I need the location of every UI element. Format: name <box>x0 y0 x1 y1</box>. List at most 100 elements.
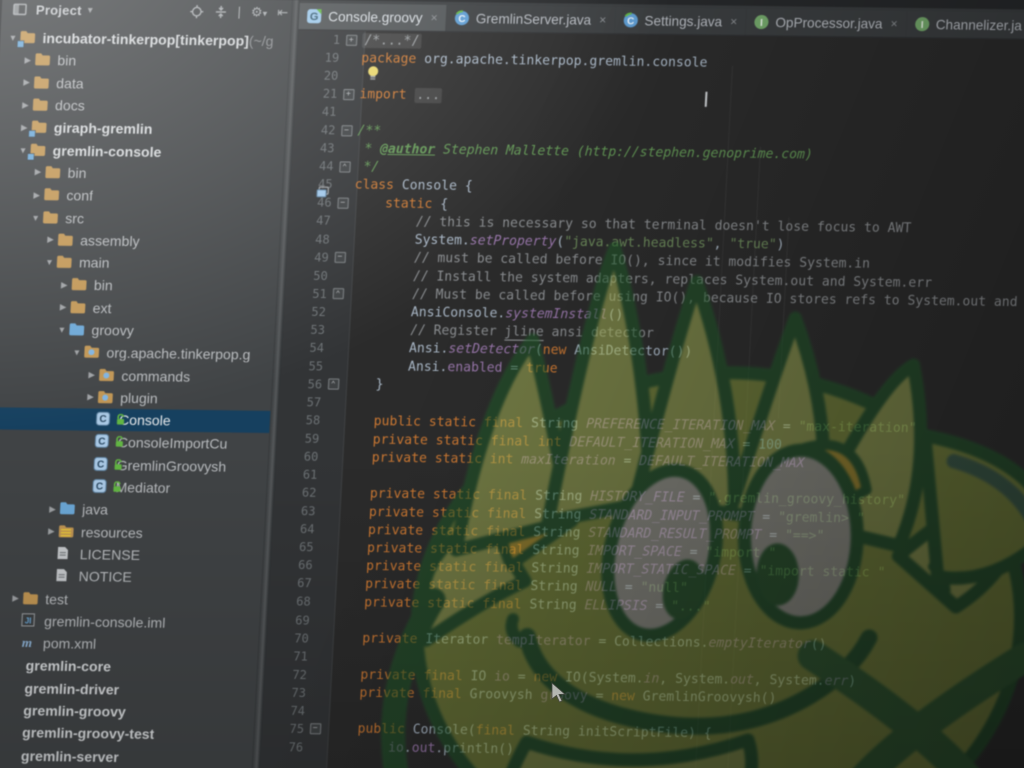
fold-plus-icon[interactable]: + <box>340 34 363 45</box>
tree-item-label: bin <box>94 277 114 293</box>
lightbulb-intention-icon[interactable] <box>366 65 380 81</box>
tree-collapsed-icon[interactable]: ▶ <box>20 77 34 88</box>
tab-label: Console.groovy <box>328 9 423 25</box>
fold-minus-icon[interactable]: − <box>328 252 351 263</box>
tree-item-label: incubator-tinkerpop <box>42 30 176 48</box>
tree-collapsed-icon[interactable]: ▶ <box>19 99 33 110</box>
tab-OpProcessor.java[interactable]: IOpProcessor.java× <box>746 9 907 37</box>
tree-item-label: assembly <box>80 232 140 249</box>
tab-Console.groovy[interactable]: GConsole.groovy× <box>298 3 446 31</box>
project-window-icon <box>13 2 28 16</box>
tree-item-gremlin-driver[interactable]: gremlin-driver <box>0 676 264 702</box>
mouse-cursor <box>551 682 568 704</box>
tab-close-icon[interactable]: × <box>730 15 738 29</box>
tree-collapsed-icon[interactable]: ▶ <box>45 526 59 537</box>
tree-collapsed-icon[interactable]: ▶ <box>85 369 99 380</box>
tab-Channelizer.ja[interactable]: IChannelizer.ja <box>906 11 1024 39</box>
tree-item-label: giraph-gremlin <box>54 120 153 137</box>
tab-close-icon[interactable]: × <box>890 17 898 31</box>
line-number: 42 <box>293 123 336 138</box>
tree-item-label: pom.xml <box>43 635 97 652</box>
line-number: 61 <box>275 467 318 482</box>
tree-collapsed-icon[interactable]: ▶ <box>21 55 35 66</box>
line-number: 70 <box>266 631 309 646</box>
tree-item-label: data <box>56 75 84 91</box>
panel-title: Project <box>36 2 83 18</box>
line-number: 62 <box>274 486 317 501</box>
line-number: 76 <box>260 739 303 754</box>
folder-icon <box>32 97 51 113</box>
tree-item-label: bin <box>57 53 77 69</box>
locate-file-icon[interactable] <box>189 5 204 19</box>
tree-collapsed-icon[interactable]: ▶ <box>30 189 44 200</box>
tab-GremlinServer.java[interactable]: CGremlinServer.java× <box>446 5 615 33</box>
line-number: 60 <box>276 449 319 464</box>
fold-end-icon[interactable]: ⌃ <box>327 288 350 299</box>
tree-item-label: gremlin-groovy-test <box>22 725 155 743</box>
tree-collapsed-icon[interactable]: ▶ <box>84 392 98 403</box>
chevron-down-icon[interactable]: ▾ <box>87 5 93 16</box>
tree-collapsed-icon[interactable]: ▶ <box>46 503 60 514</box>
tree-expanded-icon[interactable]: ▼ <box>43 257 57 267</box>
tree-item-gremlin-groovy-test[interactable]: gremlin-groovy-test <box>0 721 262 747</box>
tab-Settings.java[interactable]: CSettings.java× <box>615 7 746 35</box>
tree-item-path-suffix: (~/g <box>248 33 273 49</box>
settings-gear-icon[interactable]: ⚙▾ <box>250 0 268 26</box>
tree-expanded-icon[interactable]: ▼ <box>55 325 69 335</box>
tree-collapsed-icon[interactable]: ▶ <box>44 234 58 245</box>
file-icon <box>55 568 74 584</box>
tree-item-label: gremlin-server <box>21 747 120 764</box>
tree-item-gremlin-core[interactable]: gremlin-core <box>0 654 266 680</box>
code-text: class Console { <box>354 178 473 195</box>
folder-icon <box>42 209 61 225</box>
tree-item-pom.xml[interactable]: mpom.xml <box>0 631 267 657</box>
hide-panel-icon[interactable]: ⇤ <box>277 0 289 26</box>
line-number: 69 <box>267 613 310 628</box>
fold-minus-icon[interactable]: − <box>331 197 354 208</box>
collapse-all-icon[interactable] <box>213 5 228 19</box>
project-tool-window: Project ▾ | ⚙▾ ⇤ ▼incubator-tinkerpop [t… <box>0 0 300 768</box>
tree-item-module-suffix: [tinkerpop] <box>175 32 249 49</box>
line-number: 50 <box>285 268 328 283</box>
code-text: */ <box>355 159 379 174</box>
tab-close-icon[interactable]: × <box>599 13 607 27</box>
fold-plus-icon[interactable]: + <box>337 89 360 100</box>
line-number: 73 <box>263 685 306 700</box>
fold-end-icon[interactable]: ⌃ <box>333 161 356 172</box>
tree-collapsed-icon[interactable]: ▶ <box>31 167 45 178</box>
tree-collapsed-icon[interactable]: ▶ <box>56 302 70 313</box>
line-number: 74 <box>262 703 305 718</box>
folder-icon <box>57 232 76 248</box>
tree-item-gremlin-groovy[interactable]: gremlin-groovy <box>0 698 263 724</box>
tree-item-label: resources <box>81 524 144 541</box>
line-number: 59 <box>277 431 320 446</box>
tab-label: Channelizer.ja <box>935 17 1022 33</box>
tree-expanded-icon[interactable]: ▼ <box>29 212 43 222</box>
tab-close-icon[interactable]: × <box>430 11 438 25</box>
fold-end-icon[interactable]: ⌃ <box>322 379 345 390</box>
tree-item-gremlin-server[interactable]: gremlin-server <box>0 743 261 768</box>
fold-minus-icon[interactable]: − <box>335 125 358 136</box>
none-icon <box>0 747 16 763</box>
project-tree: ▼ incubator-tinkerpop [tinkerpop] (~/g ▶ bi… <box>0 26 298 768</box>
tree-collapsed-icon[interactable]: ▶ <box>9 593 23 604</box>
line-number: 48 <box>287 232 330 247</box>
line-number: 72 <box>264 667 307 682</box>
tree-item-label: docs <box>55 97 86 113</box>
tree-item-label: plugin <box>120 390 158 407</box>
none-icon <box>2 657 21 673</box>
line-number: 44 <box>291 159 334 174</box>
folder-icon <box>33 75 52 91</box>
line-number: 49 <box>286 250 329 265</box>
fold-minus-icon[interactable]: − <box>304 723 327 734</box>
line-number: 54 <box>281 340 324 355</box>
tree-item-label: ConsoleImportCu <box>117 435 227 453</box>
tree-collapsed-icon[interactable]: ▶ <box>57 279 71 290</box>
line-number: 55 <box>280 359 323 374</box>
folder-icon <box>70 277 89 293</box>
iml-icon: JI <box>21 613 40 629</box>
folder-icon <box>69 299 88 315</box>
tree-expanded-icon[interactable]: ▼ <box>70 347 84 357</box>
none-icon <box>0 702 19 718</box>
class-marker-icon[interactable] <box>316 187 331 199</box>
